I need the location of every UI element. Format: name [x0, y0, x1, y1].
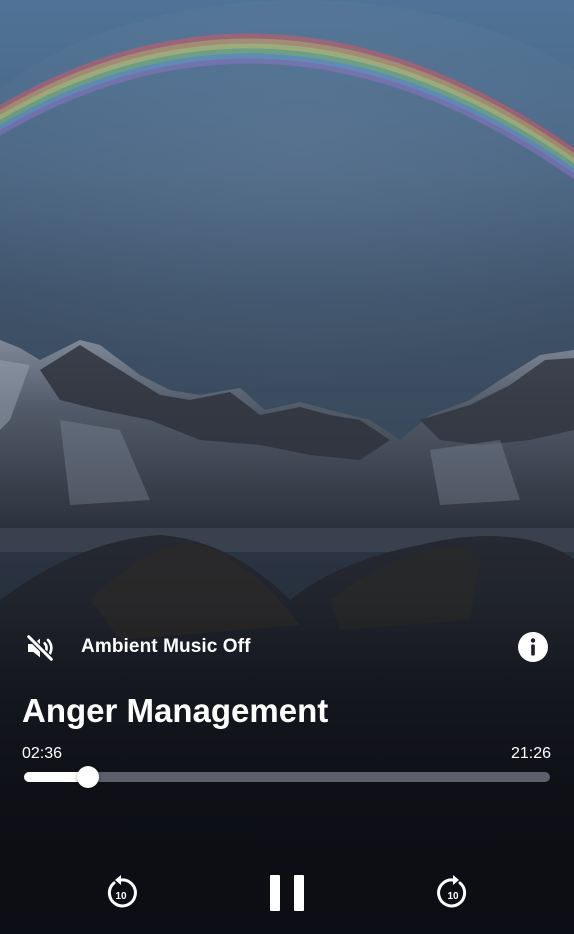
pause-icon — [270, 875, 304, 911]
pause-button[interactable] — [266, 871, 308, 915]
progress-thumb[interactable] — [76, 766, 99, 788]
track-title: Anger Management — [22, 692, 329, 729]
rewind-10-button[interactable]: 10 — [102, 874, 140, 912]
ambient-music-row: Ambient Music Off — [0, 626, 574, 668]
ambient-mute-toggle[interactable] — [20, 628, 60, 668]
volume-off-icon — [25, 634, 54, 662]
player-screen: Ambient Music Off Anger Management 02:36… — [0, 0, 574, 934]
svg-text:10: 10 — [115, 891, 127, 902]
info-icon — [518, 632, 548, 662]
background-landscape-image — [0, 0, 574, 934]
ambient-music-label[interactable]: Ambient Music Off — [81, 636, 251, 658]
progress-slider[interactable] — [24, 766, 550, 788]
forward-10-button[interactable]: 10 — [434, 874, 472, 912]
info-button[interactable] — [516, 630, 550, 664]
svg-text:10: 10 — [447, 891, 459, 902]
elapsed-time: 02:36 — [22, 745, 63, 762]
total-duration: 21:26 — [510, 745, 551, 762]
forward-10-icon: 10 — [437, 875, 467, 908]
rewind-10-icon: 10 — [107, 875, 137, 908]
